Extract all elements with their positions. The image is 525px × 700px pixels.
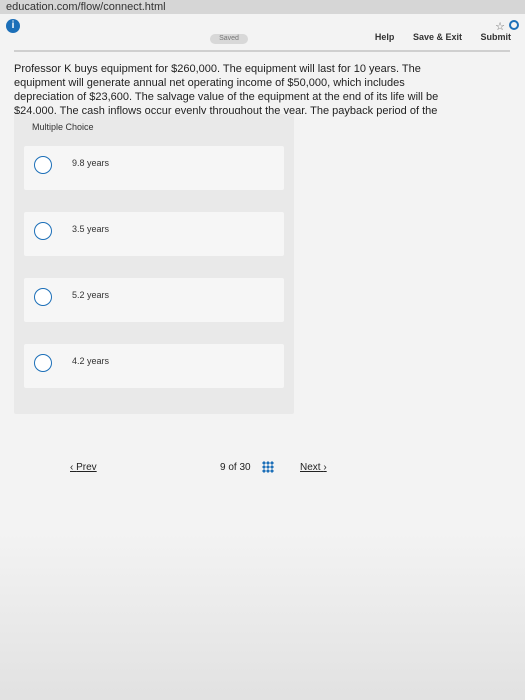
pager: ‹ Prev 9 of 30 Next ›: [0, 454, 525, 484]
next-label: Next: [300, 462, 321, 473]
url-bar[interactable]: education.com/flow/connect.html: [0, 0, 525, 14]
option-2[interactable]: 3.5 years: [24, 212, 284, 256]
option-label: 9.8 years: [72, 158, 110, 168]
star-icon[interactable]: ☆: [495, 20, 505, 33]
save-exit-button[interactable]: Save & Exit: [413, 32, 462, 42]
radio-button[interactable]: [34, 222, 52, 240]
page-of: of: [228, 462, 237, 473]
page-indicator: 9 of 30: [220, 462, 251, 473]
chevron-right-icon: ›: [323, 462, 327, 473]
info-icon[interactable]: i: [6, 19, 20, 33]
option-4[interactable]: 4.2 years: [24, 344, 284, 388]
radio-button[interactable]: [34, 156, 52, 174]
help-button[interactable]: Help: [375, 32, 395, 42]
saved-status: Saved: [210, 34, 248, 44]
option-label: 3.5 years: [72, 224, 110, 234]
page: i Saved Help Save & Exit Submit ☆ Profes…: [0, 14, 525, 700]
reload-icon[interactable]: [509, 20, 519, 30]
prev-button[interactable]: ‹ Prev: [70, 462, 97, 473]
submit-button[interactable]: Submit: [481, 32, 512, 42]
multiple-choice-card: Multiple Choice 9.8 years 3.5 years 5.2 …: [14, 114, 294, 414]
header-divider: [14, 50, 510, 52]
radio-button[interactable]: [34, 354, 52, 372]
next-button[interactable]: Next ›: [300, 462, 327, 473]
multiple-choice-title: Multiple Choice: [32, 122, 94, 132]
page-footer-area: [0, 534, 525, 700]
page-total: 30: [239, 462, 251, 473]
radio-button[interactable]: [34, 288, 52, 306]
option-label: 5.2 years: [72, 290, 110, 300]
option-label: 4.2 years: [72, 356, 110, 366]
grid-icon[interactable]: [262, 461, 274, 473]
prev-label: Prev: [76, 462, 97, 473]
page-current: 9: [220, 462, 226, 473]
header-actions: Help Save & Exit Submit: [359, 32, 511, 42]
url-text: education.com/flow/connect.html: [6, 1, 166, 13]
option-3[interactable]: 5.2 years: [24, 278, 284, 322]
option-1[interactable]: 9.8 years: [24, 146, 284, 190]
